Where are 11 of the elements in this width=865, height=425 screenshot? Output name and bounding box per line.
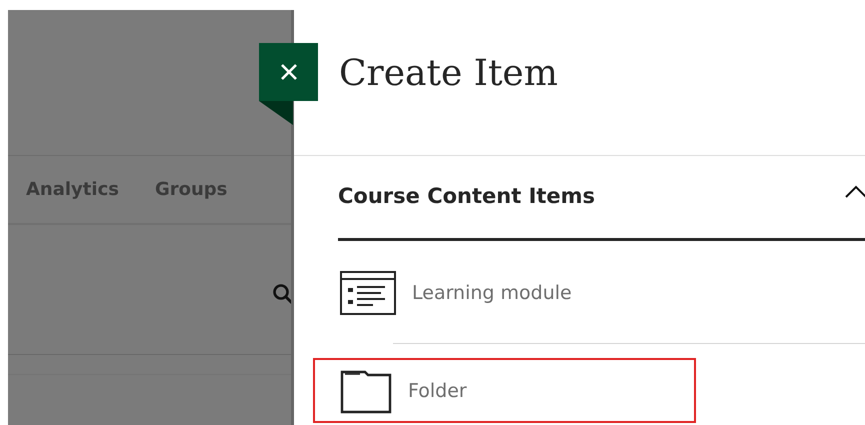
nav-link[interactable]: Groups (154, 179, 228, 200)
content-type-item[interactable]: Learning module (313, 243, 696, 343)
search-icon[interactable] (272, 282, 291, 306)
close-button[interactable] (259, 43, 318, 101)
section-header[interactable]: Course Content Items (338, 156, 865, 241)
module-icon (340, 271, 396, 315)
close-icon (278, 62, 298, 82)
panel-title: Create Item (339, 53, 558, 94)
ribbon-tail-drawing (259, 101, 293, 125)
content-type-item[interactable]: Folder (313, 358, 696, 423)
nav-link[interactable]: Analytics (26, 179, 119, 200)
